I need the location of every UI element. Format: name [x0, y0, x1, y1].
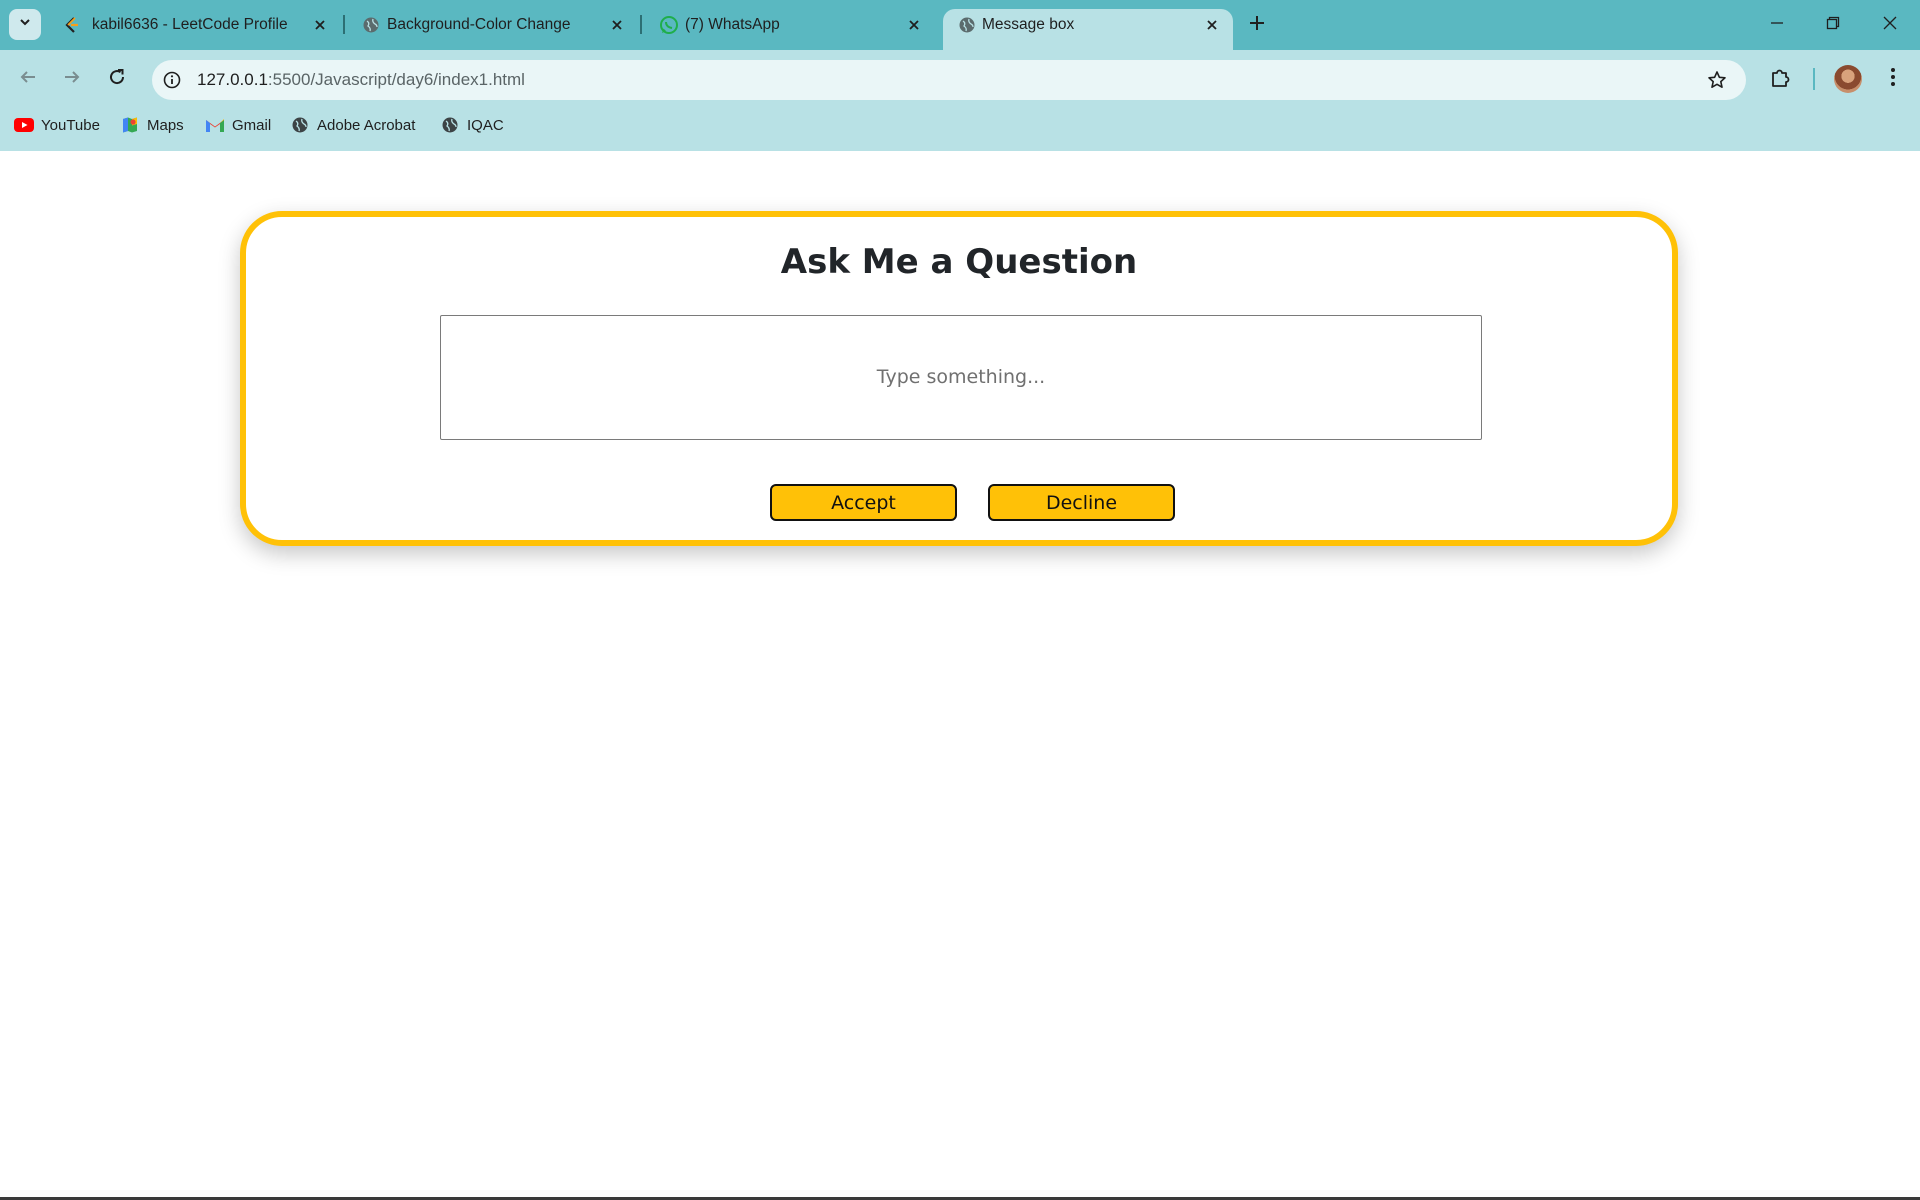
address-bar[interactable]: 127.0.0.1:5500/Javascript/day6/index1.ht…	[152, 60, 1746, 100]
reload-icon	[108, 68, 126, 91]
bookmark-label: YouTube	[41, 116, 100, 134]
close-icon[interactable]	[1202, 15, 1222, 35]
minimize-icon	[1770, 16, 1784, 35]
leetcode-icon	[62, 15, 82, 35]
bookmark-label: IQAC	[467, 116, 504, 134]
plus-icon	[1249, 15, 1265, 36]
tab-whatsapp[interactable]: (7) WhatsApp	[645, 9, 935, 50]
bookmark-youtube[interactable]: YouTube	[14, 114, 100, 136]
question-input[interactable]	[440, 315, 1482, 440]
close-icon[interactable]	[607, 15, 627, 35]
arrow-left-icon	[19, 68, 37, 91]
tab-title: Background-Color Change	[387, 16, 571, 33]
bookmark-label: Gmail	[232, 116, 272, 134]
extensions-button[interactable]	[1767, 65, 1795, 93]
tab-title: kabil6636 - LeetCode Profile	[92, 16, 288, 33]
puzzle-icon	[1770, 66, 1792, 93]
tab-separator	[640, 15, 642, 34]
url-host: 127.0.0.1	[197, 70, 268, 89]
close-icon[interactable]	[310, 15, 330, 35]
tab-message-box[interactable]: Message box	[943, 9, 1233, 50]
maps-icon	[120, 115, 140, 135]
tab-background-color-change[interactable]: Background-Color Change	[347, 9, 637, 50]
bookmark-maps[interactable]: Maps	[120, 114, 184, 136]
globe-icon	[957, 15, 977, 35]
chevron-down-icon	[18, 15, 32, 34]
browser-menu-button[interactable]	[1879, 65, 1907, 93]
bookmark-gmail[interactable]: Gmail	[205, 114, 271, 136]
bookmark-star-icon[interactable]	[1706, 69, 1728, 91]
forward-button[interactable]	[57, 64, 87, 94]
window-close-button[interactable]	[1877, 12, 1903, 38]
restore-icon	[1826, 16, 1840, 35]
toolbar-separator	[1813, 68, 1815, 90]
globe-icon	[440, 115, 460, 135]
tab-search-button[interactable]	[9, 9, 41, 40]
tab-separator	[343, 15, 345, 34]
decline-button[interactable]: Decline	[988, 484, 1175, 521]
arrow-right-icon	[63, 68, 81, 91]
bookmark-adobe-acrobat[interactable]: Adobe Acrobat	[290, 114, 415, 136]
url-text: 127.0.0.1:5500/Javascript/day6/index1.ht…	[197, 70, 525, 90]
globe-icon	[361, 15, 381, 35]
reload-button[interactable]	[102, 64, 132, 94]
new-tab-button[interactable]	[1245, 13, 1269, 37]
globe-icon	[290, 115, 310, 135]
restore-button[interactable]	[1820, 12, 1846, 38]
more-vertical-icon	[1890, 67, 1896, 92]
tab-title: (7) WhatsApp	[685, 16, 780, 33]
youtube-icon	[14, 115, 34, 135]
site-info-icon[interactable]	[161, 69, 183, 91]
tab-title: Message box	[982, 16, 1075, 33]
message-box-card: Ask Me a Question Accept Decline	[240, 211, 1678, 546]
minimize-button[interactable]	[1764, 12, 1790, 38]
close-icon	[1883, 16, 1897, 35]
bookmark-label: Maps	[147, 116, 184, 134]
close-icon[interactable]	[904, 15, 924, 35]
bookmark-iqac[interactable]: IQAC	[440, 114, 504, 136]
profile-avatar[interactable]	[1834, 65, 1862, 93]
accept-button[interactable]: Accept	[770, 484, 957, 521]
url-path: :5500/Javascript/day6/index1.html	[267, 70, 525, 89]
whatsapp-icon	[659, 15, 679, 35]
gmail-icon	[205, 115, 225, 135]
page-title: Ask Me a Question	[780, 242, 1138, 282]
tab-leetcode[interactable]: kabil6636 - LeetCode Profile	[48, 9, 338, 50]
bookmark-label: Adobe Acrobat	[317, 116, 416, 134]
back-button[interactable]	[13, 64, 43, 94]
